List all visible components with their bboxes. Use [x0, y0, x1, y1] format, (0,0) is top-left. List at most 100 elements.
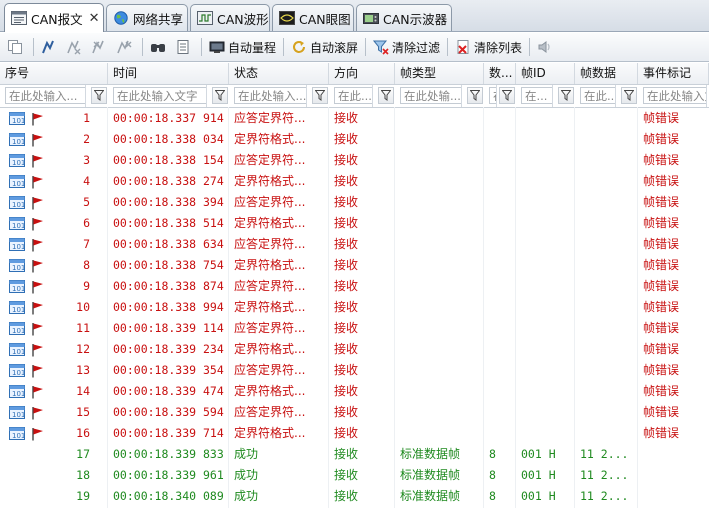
waveform-icon: [197, 11, 213, 25]
clear-filter-label: 清除过滤: [392, 40, 441, 55]
cell-no: 12: [76, 342, 90, 356]
cell-status: 定界符格式...: [234, 300, 306, 314]
column-header-time[interactable]: 时间: [108, 63, 229, 84]
cell-time: 00:00:18.339 833: [113, 447, 224, 461]
message-icon: 101: [9, 322, 25, 338]
column-header-frame-data[interactable]: 帧数据: [575, 63, 638, 84]
cell-frame-type: [395, 150, 484, 171]
cell-frame-type: [395, 213, 484, 234]
svg-text:101: 101: [12, 390, 25, 398]
cell-status: 定界符格式...: [234, 426, 306, 440]
signal-mark-button[interactable]: [63, 36, 88, 58]
filter-dropdown-button[interactable]: [499, 87, 515, 104]
filter-dropdown-button[interactable]: [212, 87, 228, 104]
svg-text:101: 101: [12, 411, 25, 419]
filter-placeholder: 在此处输入...: [5, 85, 86, 107]
cell-frame-id: 001 H: [521, 447, 556, 461]
copy-button[interactable]: [4, 36, 29, 58]
filter-dropdown-button[interactable]: [621, 87, 637, 104]
filter-dropdown-button[interactable]: [91, 87, 107, 104]
cell-no: 19: [76, 489, 90, 503]
column-header-direction[interactable]: 方向: [329, 63, 395, 84]
tab-can-oscilloscope[interactable]: CAN示波器: [356, 4, 452, 31]
tab-network-share[interactable]: 网络共享: [106, 4, 188, 31]
filter-dropdown-button[interactable]: [467, 87, 483, 104]
auto-scale-button[interactable]: 自动量程: [206, 36, 279, 58]
cell-frame-type: [395, 129, 484, 150]
signal-pen-button[interactable]: [38, 36, 63, 58]
clear-list-button[interactable]: 清除列表: [452, 36, 525, 58]
cell-no: 14: [76, 384, 90, 398]
tab-can-waveform[interactable]: CAN波形: [190, 4, 270, 31]
signal-mark-button-3[interactable]: [113, 36, 138, 58]
cell-direction: 接收: [334, 489, 359, 503]
cell-frame-id: [516, 339, 575, 360]
message-icon: 101: [9, 280, 25, 296]
cell-no: 10: [76, 300, 90, 314]
cell-no: 5: [83, 195, 90, 209]
cell-frame-data: [575, 129, 638, 150]
filter-funnel-icon: [381, 90, 391, 101]
filter-funnel-icon: [315, 90, 325, 101]
cell-frame-type: [395, 234, 484, 255]
column-header-no[interactable]: 序号: [0, 63, 108, 84]
close-icon[interactable]: ✕: [89, 11, 100, 26]
filter-placeholder: 在此处输入...: [234, 85, 307, 107]
cell-frame-data: 11 2...: [580, 489, 629, 503]
sound-button[interactable]: [534, 36, 559, 58]
column-header-frame-type[interactable]: 帧类型: [395, 63, 484, 84]
cell-frame-type: [395, 402, 484, 423]
svg-text:101: 101: [12, 159, 25, 167]
message-icon: 101: [9, 154, 25, 170]
message-icon: 101: [9, 133, 25, 149]
cell-data-length: [484, 255, 516, 276]
cell-time: 00:00:18.339 714: [113, 426, 224, 440]
cell-frame-id: [516, 381, 575, 402]
cell-data-length: [484, 276, 516, 297]
signal-cross-icon: [67, 40, 81, 55]
cell-time: 00:00:18.338 754: [113, 258, 224, 272]
message-icon: 101: [9, 217, 25, 233]
tab-label: CAN示波器: [383, 11, 448, 27]
tab-can-eye-diagram[interactable]: CAN眼图: [272, 4, 354, 31]
cell-event-mark: 帧错误: [643, 300, 680, 314]
svg-text:101: 101: [12, 432, 25, 440]
filter-dropdown-button[interactable]: [378, 87, 394, 104]
column-divider: [228, 107, 229, 508]
cell-direction: 接收: [334, 447, 359, 461]
cell-event-mark: 帧错误: [643, 216, 680, 230]
tab-can-messages[interactable]: CAN报文 ✕: [4, 3, 104, 32]
cell-frame-data: [575, 276, 638, 297]
document-button[interactable]: [172, 36, 197, 58]
cell-direction: 接收: [334, 153, 359, 167]
filter-placeholder: 在此...: [580, 85, 616, 107]
signal-mark-button-2[interactable]: [88, 36, 113, 58]
filter-dropdown-button[interactable]: [312, 87, 328, 104]
cell-status: 定界符格式...: [234, 258, 306, 272]
svg-text:101: 101: [12, 180, 25, 188]
cell-event-mark: 帧错误: [643, 132, 680, 146]
cell-frame-data: [575, 402, 638, 423]
clear-filter-button[interactable]: 清除过滤: [370, 36, 443, 58]
message-list-icon: [11, 11, 27, 25]
cell-status: 应答定界符...: [234, 279, 306, 293]
message-icon: 101: [9, 259, 25, 275]
clear-filter-icon: [373, 40, 389, 55]
filter-dropdown-button[interactable]: [558, 87, 574, 104]
filter-funnel-icon: [470, 90, 480, 101]
auto-scroll-button[interactable]: 自动滚屏: [288, 36, 361, 58]
column-header-data-length[interactable]: 数...: [484, 63, 516, 84]
cell-no: 11: [76, 321, 90, 335]
tab-label: CAN波形: [217, 11, 269, 27]
cell-data-length: [484, 402, 516, 423]
cell-no: 4: [83, 174, 90, 188]
column-header-frame-id[interactable]: 帧ID: [516, 63, 575, 84]
cell-time: 00:00:18.340 089: [113, 489, 224, 503]
svg-text:101: 101: [12, 369, 25, 377]
column-header-status[interactable]: 状态: [229, 63, 329, 84]
cell-data-length: [484, 171, 516, 192]
column-header-event-mark[interactable]: 事件标记: [638, 63, 709, 84]
find-button[interactable]: [147, 36, 172, 58]
signal-cross-icon: [92, 40, 104, 54]
cell-direction: 接收: [334, 468, 359, 482]
